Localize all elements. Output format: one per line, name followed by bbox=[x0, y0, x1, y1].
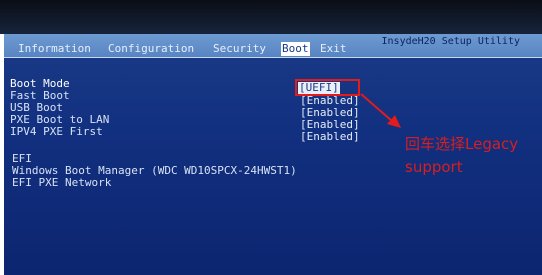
photo-frame: InsydeH20 Setup Utility Information Conf… bbox=[0, 0, 542, 275]
annotation-text-line1: 回车选择Legacy bbox=[405, 135, 519, 153]
annotation-text-line2: support bbox=[405, 158, 463, 176]
